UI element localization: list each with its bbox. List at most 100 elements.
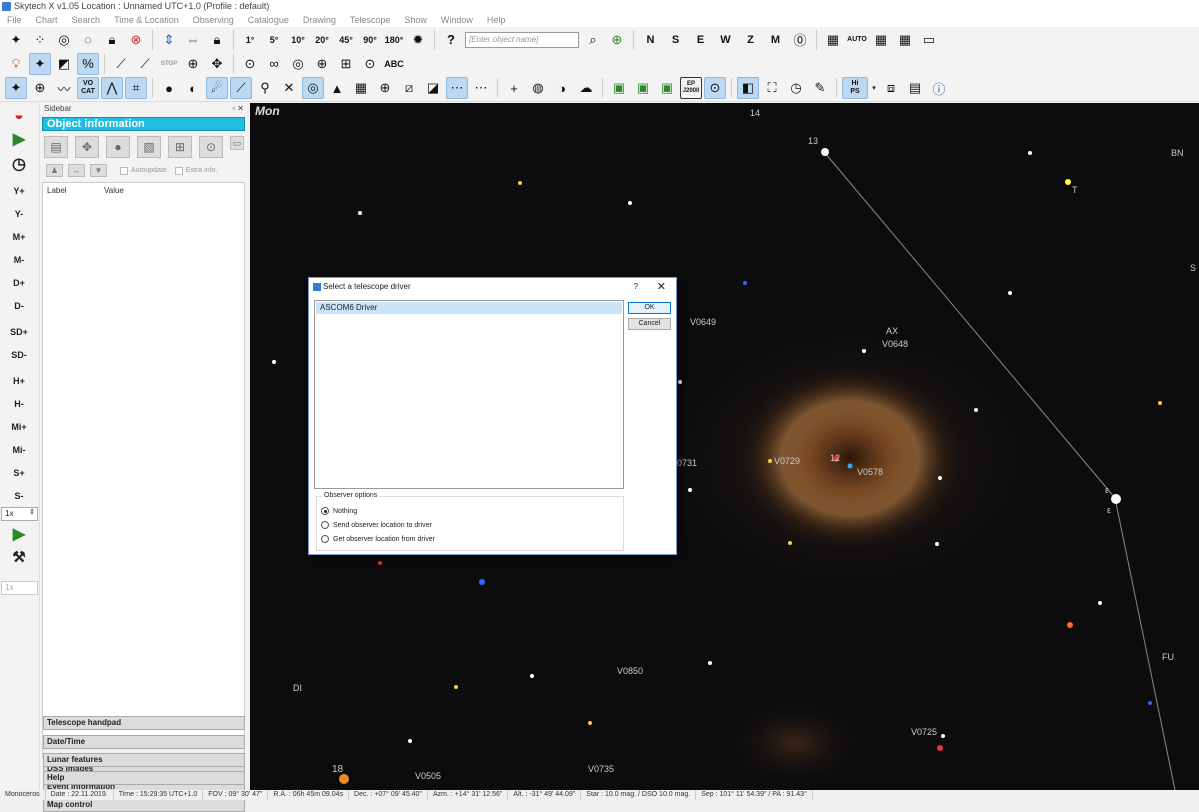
- moon-icon[interactable]: ◐: [182, 77, 204, 99]
- planet-orbit-icon[interactable]: ◑: [551, 77, 573, 99]
- panel-help[interactable]: Help: [43, 771, 245, 785]
- fov-1-button[interactable]: 1°: [239, 29, 261, 51]
- day-minus-button[interactable]: D-: [4, 296, 34, 316]
- star[interactable]: [974, 408, 978, 412]
- star[interactable]: [1148, 701, 1152, 705]
- minute-plus-button[interactable]: Mi+: [4, 417, 34, 437]
- target-info-icon[interactable]: ⊙: [199, 136, 223, 158]
- menu-help[interactable]: Help: [480, 13, 513, 27]
- object-search-input[interactable]: [Enter object name]: [465, 31, 579, 48]
- dialog-close-icon[interactable]: ✕: [657, 278, 666, 296]
- filter-icon[interactable]: ▼: [90, 164, 107, 177]
- wrench-icon[interactable]: ⚒: [4, 548, 34, 568]
- auto-button[interactable]: AUTO: [846, 29, 868, 51]
- hour-minus-button[interactable]: H-: [4, 394, 34, 414]
- ok-button[interactable]: OK: [628, 302, 671, 314]
- fov-90-button[interactable]: 90°: [359, 29, 381, 51]
- speedometer-icon[interactable]: ◒: [4, 106, 34, 126]
- nebula-icon[interactable]: ◌: [77, 29, 99, 51]
- direction-s-button[interactable]: S: [664, 29, 687, 51]
- clock-icon[interactable]: ◷: [785, 77, 807, 99]
- panel-lunar-features[interactable]: Lunar features: [43, 753, 245, 767]
- star[interactable]: [688, 488, 692, 492]
- telescope-icon[interactable]: ⟋: [110, 53, 132, 75]
- star[interactable]: [588, 721, 592, 725]
- search-icon[interactable]: ⌕: [582, 29, 604, 51]
- menu-time-location[interactable]: Time & Location: [107, 13, 186, 27]
- year-minus-button[interactable]: Y-: [4, 204, 34, 224]
- direction-z-button[interactable]: Z: [739, 29, 762, 51]
- ecliptic-frame-icon[interactable]: ▣: [656, 77, 678, 99]
- star[interactable]: [743, 281, 747, 285]
- fov-10-button[interactable]: 10°: [287, 29, 309, 51]
- fov-5-button[interactable]: 5°: [263, 29, 285, 51]
- alt-az-grid-icon[interactable]: ⊕: [374, 77, 396, 99]
- month-plus-button[interactable]: M+: [4, 227, 34, 247]
- hips-button[interactable]: Hi PS: [842, 77, 868, 99]
- galaxy-icon[interactable]: ◎: [53, 29, 75, 51]
- column-label[interactable]: Label: [47, 186, 104, 195]
- star[interactable]: [1065, 179, 1071, 185]
- sun-icon[interactable]: ●: [158, 77, 180, 99]
- spacecraft-icon[interactable]: ✕: [278, 77, 300, 99]
- lock-icon[interactable]: 🔒︎: [101, 29, 123, 51]
- star[interactable]: [628, 201, 632, 205]
- dropdown-arrow-icon[interactable]: ▾: [870, 77, 878, 99]
- star-13[interactable]: [821, 148, 829, 156]
- hour-plus-button[interactable]: H+: [4, 371, 34, 391]
- panel-telescope-handpad[interactable]: Telescope handpad: [43, 716, 245, 730]
- star[interactable]: [408, 739, 412, 743]
- star[interactable]: [941, 734, 945, 738]
- option-get-location[interactable]: Get observer location from driver: [321, 535, 435, 543]
- star[interactable]: [788, 541, 792, 545]
- star-field-icon[interactable]: ⁘: [29, 29, 51, 51]
- option-send-location[interactable]: Send observer location to driver: [321, 521, 432, 529]
- play-animation-icon[interactable]: ▶: [4, 525, 34, 545]
- epoch-j2000-button[interactable]: EP J2000: [680, 77, 702, 99]
- star[interactable]: [847, 463, 853, 469]
- star[interactable]: [938, 476, 942, 480]
- equatorial-grid-icon[interactable]: ▣: [608, 77, 630, 99]
- menu-observing[interactable]: Observing: [186, 13, 241, 27]
- pole-icon[interactable]: ⊙: [704, 77, 726, 99]
- ccd-frame-icon[interactable]: ⊞: [335, 53, 357, 75]
- fov-45-button[interactable]: 45°: [335, 29, 357, 51]
- star[interactable]: [479, 579, 485, 585]
- spiral-galaxy-icon[interactable]: ◎: [302, 77, 324, 99]
- minute-minus-button[interactable]: Mi-: [4, 440, 34, 460]
- star[interactable]: [708, 661, 712, 665]
- percent-icon[interactable]: %: [77, 52, 99, 75]
- edit-icon[interactable]: ✎: [809, 77, 831, 99]
- dashed-line-icon[interactable]: ⋯: [470, 77, 492, 99]
- finder-icon[interactable]: ⊕: [311, 53, 333, 75]
- star[interactable]: [768, 459, 772, 463]
- dialog-help-button[interactable]: ?: [634, 278, 638, 296]
- bulb-icon[interactable]: 💡︎: [5, 53, 27, 75]
- play-icon[interactable]: ▶: [4, 130, 34, 150]
- table-view-icon[interactable]: ▤: [44, 136, 68, 158]
- radio-nothing[interactable]: [321, 507, 329, 515]
- menu-catalogue[interactable]: Catalogue: [241, 13, 296, 27]
- search-go-icon[interactable]: ⊕: [606, 29, 628, 51]
- panel-date-time[interactable]: Date/Time: [43, 735, 245, 749]
- move-icon[interactable]: ✥: [206, 53, 228, 75]
- year-plus-button[interactable]: Y+: [4, 181, 34, 201]
- cancel-button[interactable]: Cancel: [628, 318, 671, 330]
- menu-search[interactable]: Search: [65, 13, 108, 27]
- earth-icon[interactable]: ◍: [527, 77, 549, 99]
- milky-way-icon[interactable]: 〰: [53, 77, 75, 99]
- stars-icon[interactable]: ✦: [5, 29, 27, 51]
- altaz-frame-icon[interactable]: ▣: [632, 77, 654, 99]
- horizontal-arrows-icon[interactable]: ⇔: [182, 29, 204, 51]
- constellation-boundary-icon[interactable]: ⌗: [125, 77, 147, 99]
- star[interactable]: [862, 349, 866, 353]
- overlay-icon[interactable]: ▤: [904, 77, 926, 99]
- star[interactable]: [1158, 401, 1162, 405]
- sidebar-window-controls[interactable]: ▫ ✕: [232, 103, 244, 114]
- star[interactable]: [518, 181, 522, 185]
- center-icon[interactable]: ●: [106, 136, 130, 158]
- grid-settings-icon[interactable]: ▦: [822, 29, 844, 51]
- option-nothing[interactable]: Nothing: [321, 507, 357, 515]
- eyepiece-icon[interactable]: ◎: [287, 53, 309, 75]
- driver-list-item[interactable]: ASCOM6 Driver: [316, 302, 622, 314]
